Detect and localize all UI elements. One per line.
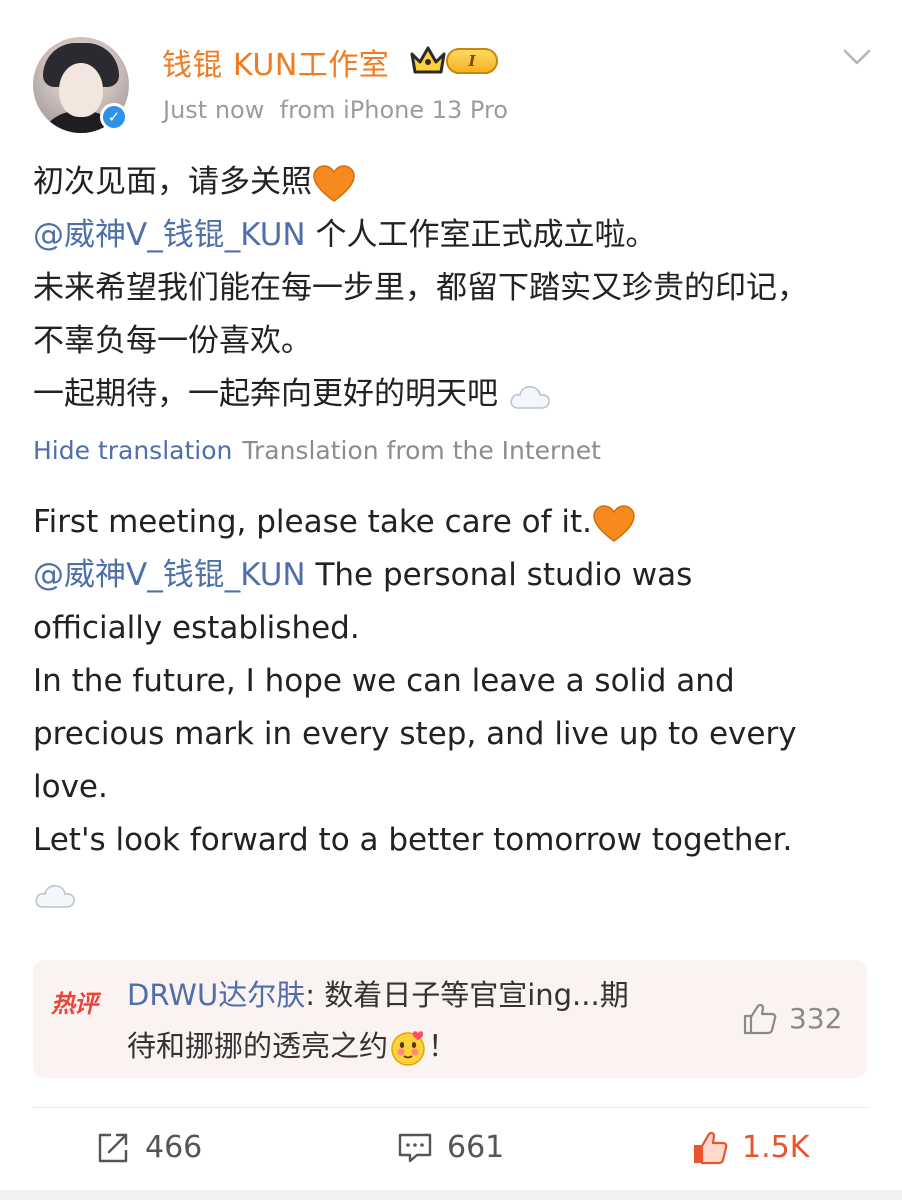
divider xyxy=(33,1107,869,1108)
comment-count: 661 xyxy=(447,1130,505,1165)
cloud-icon xyxy=(35,884,75,908)
orange-heart-icon xyxy=(593,504,635,542)
like-button[interactable]: 1.5K xyxy=(692,1130,809,1165)
text-line: 不辜负每一份喜欢。 xyxy=(33,323,312,359)
post-text-translation: First meeting, please take care of it. @… xyxy=(33,496,797,920)
text-line: @威神V_钱锟_KUN The personal studio was xyxy=(33,557,693,593)
account-name[interactable]: 钱锟 KUN工作室 xyxy=(162,40,389,84)
comment-user-link[interactable]: DRWU达尔肤 xyxy=(127,978,305,1012)
text-line: 未来希望我们能在每一步里，都留下踏实又珍贵的印记， xyxy=(33,270,808,306)
blushing-emoji-icon xyxy=(391,1031,425,1066)
text-line: officially established. xyxy=(33,610,360,646)
repost-button[interactable]: 466 xyxy=(97,1130,202,1165)
text-line: 初次见面，请多关照 xyxy=(33,156,808,209)
comment-button[interactable]: 661 xyxy=(397,1130,504,1165)
bottom-separator xyxy=(0,1190,902,1200)
chevron-down-icon[interactable] xyxy=(843,48,871,66)
hot-comment[interactable]: 热评 DRWU达尔肤: 数着日子等官宣ing...期 待和挪挪的透亮之约！ 33… xyxy=(33,960,867,1078)
hide-translation-link[interactable]: Hide translation xyxy=(33,436,232,465)
cloud-icon xyxy=(510,385,550,409)
thumbs-up-filled-icon xyxy=(694,1131,728,1164)
text-line: First meeting, please take care of it. xyxy=(33,496,797,549)
thumbs-up-outline-icon xyxy=(743,1003,777,1034)
hot-comment-tag: 热评 xyxy=(51,990,98,1018)
orange-heart-icon xyxy=(313,164,355,202)
text-line: Let's look forward to a better tomorrow … xyxy=(33,822,793,858)
post-time: Just now xyxy=(163,96,265,124)
verified-icon: ✓ xyxy=(100,103,128,131)
text-line xyxy=(33,867,797,920)
translation-source: Translation from the Internet xyxy=(242,436,601,465)
text-line: @威神V_钱锟_KUN 个人工作室正式成立啦。 xyxy=(33,217,657,253)
member-level-badge[interactable]: I xyxy=(446,48,498,74)
comment-icon xyxy=(398,1133,432,1162)
hot-comment-text: DRWU达尔肤: 数着日子等官宣ing...期 待和挪挪的透亮之约！ xyxy=(127,970,747,1072)
text-line: In the future, I hope we can leave a sol… xyxy=(33,663,735,699)
comment-like-count: 332 xyxy=(789,1002,843,1035)
post-meta: Just now from iPhone 13 Pro xyxy=(163,96,508,124)
action-bar: 466 661 1.5K xyxy=(0,1120,902,1180)
text-line: love. xyxy=(33,769,108,805)
comment-like-button[interactable]: 332 xyxy=(743,1002,842,1035)
post-text-original: 初次见面，请多关照 @威神V_钱锟_KUN 个人工作室正式成立啦。 未来希望我们… xyxy=(33,156,808,421)
mention-link[interactable]: @威神V_钱锟_KUN xyxy=(33,557,306,593)
text-line: precious mark in every step, and live up… xyxy=(33,716,797,752)
mention-link[interactable]: @威神V_钱锟_KUN xyxy=(33,217,306,253)
weibo-post: ✓ 钱锟 KUN工作室 I Just now from iPhone 13 Pr… xyxy=(0,0,902,1190)
translation-bar: Hide translation Translation from the Int… xyxy=(33,436,601,465)
like-count: 1.5K xyxy=(742,1130,810,1165)
post-source: from iPhone 13 Pro xyxy=(279,96,508,124)
text-line: 一起期待，一起奔向更好的明天吧 xyxy=(33,368,808,421)
repost-icon xyxy=(98,1133,128,1162)
repost-count: 466 xyxy=(145,1130,203,1165)
crown-icon xyxy=(410,46,446,74)
